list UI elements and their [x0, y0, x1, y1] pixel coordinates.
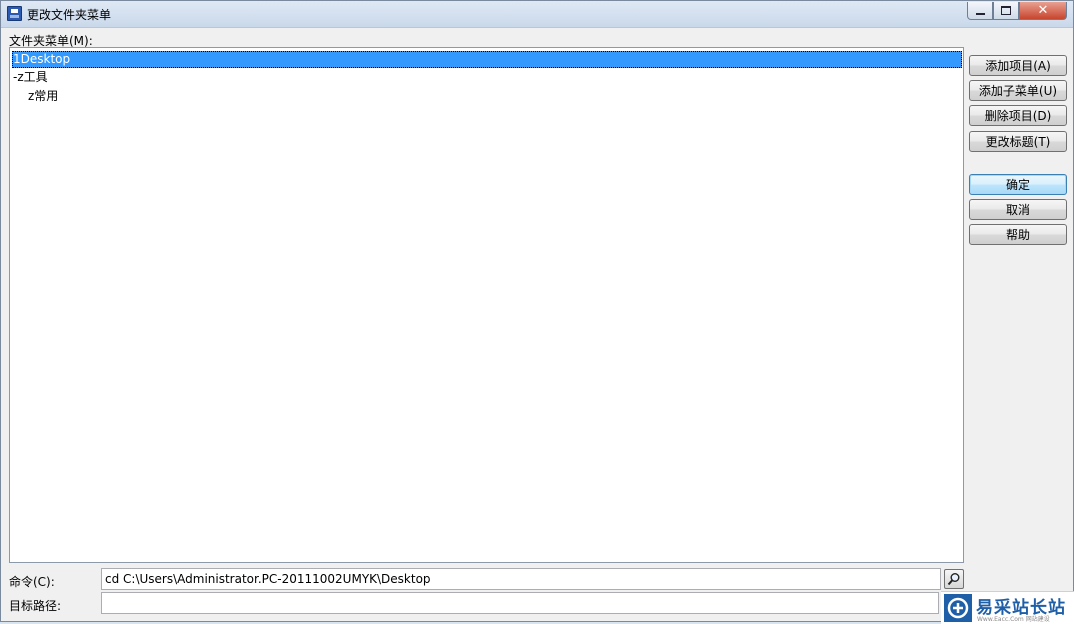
ok-button[interactable]: 确定	[969, 174, 1067, 195]
help-button[interactable]: 帮助	[969, 224, 1067, 245]
tree-item-desktop[interactable]: 1Desktop	[12, 51, 962, 68]
target-path-label: 目标路径:	[9, 599, 62, 613]
browse-button[interactable]	[944, 569, 964, 589]
title-bar[interactable]: 更改文件夹菜单 ✕	[1, 1, 1073, 28]
add-submenu-button[interactable]: 添加子菜单(U)	[969, 80, 1067, 101]
close-button[interactable]: ✕	[1019, 2, 1067, 20]
floppy-disk-icon	[7, 6, 22, 21]
target-path-input[interactable]	[101, 592, 939, 614]
change-title-button[interactable]: 更改标题(T)	[969, 131, 1067, 152]
maximize-icon	[1001, 6, 1011, 15]
command-input[interactable]: cd C:\Users\Administrator.PC-20111002UMY…	[101, 568, 941, 590]
folder-menu-tree[interactable]: 1Desktop -z工具 z常用	[9, 47, 964, 563]
window-title: 更改文件夹菜单	[27, 8, 112, 22]
delete-item-button[interactable]: 删除项目(D)	[969, 105, 1067, 126]
maximize-button[interactable]	[993, 2, 1019, 20]
magnifier-icon	[947, 573, 960, 586]
minimize-button[interactable]	[967, 2, 993, 20]
close-icon: ✕	[1037, 3, 1049, 18]
minimize-icon	[975, 12, 985, 15]
site-logo-icon	[944, 594, 972, 622]
dialog-window: 更改文件夹菜单 ✕ 文件夹菜单(M): 1Desktop -z工具 z常用 添加…	[0, 0, 1074, 624]
tree-item-common[interactable]: z常用	[28, 88, 58, 105]
command-label: 命令(C):	[9, 575, 55, 589]
tree-item-tools[interactable]: -z工具	[13, 69, 48, 86]
add-item-button[interactable]: 添加项目(A)	[969, 55, 1067, 76]
cancel-button[interactable]: 取消	[969, 199, 1067, 220]
watermark-logo: 易采站长站 Www.Eacc.Com 网站建设	[941, 591, 1074, 624]
